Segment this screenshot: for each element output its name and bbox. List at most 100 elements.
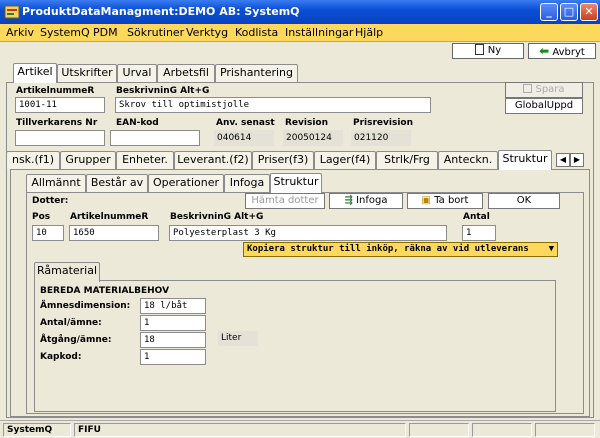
dotter-label: Dotter: — [32, 196, 69, 206]
status-panel-1 — [409, 423, 469, 437]
dropdown-arrow-icon: ▼ — [548, 244, 554, 254]
cut-code-field[interactable]: 1 — [140, 349, 206, 365]
tab-operationer[interactable]: Operationer — [148, 174, 224, 192]
new-button-label: Ny — [487, 45, 502, 56]
chevron-right-icon: ▶ — [573, 155, 581, 164]
tab-strlk-frg[interactable]: Strlk/Frg — [376, 151, 438, 169]
last-used-value: 040614 — [214, 130, 274, 146]
trash-icon: ▣ — [421, 195, 431, 206]
status-panel-3 — [535, 423, 595, 437]
tab-inner-struktur[interactable]: Struktur — [270, 173, 322, 193]
title-bar: ProduktDataManagment:DEMO AB: SystemQ _ … — [0, 0, 600, 24]
tab-urval[interactable]: Urval — [117, 64, 157, 82]
structure-description-label: BeskrivninG Alt+G — [170, 212, 264, 222]
manufacturer-no-label: Tillverkarens Nr — [16, 118, 98, 128]
menu-sokrutiner[interactable]: Sökrutiner — [127, 26, 184, 39]
tab-utskrifter[interactable]: Utskrifter — [57, 64, 117, 82]
minimize-button[interactable]: _ — [540, 3, 558, 21]
tab-ramaterial[interactable]: Råmaterial — [34, 262, 100, 282]
quit-button[interactable]: ⬅ Avbryt — [528, 43, 596, 59]
back-arrow-icon: ⬅ — [539, 44, 550, 58]
status-panel-2 — [472, 423, 532, 437]
tab-anteckn[interactable]: Anteckn. — [438, 151, 498, 169]
description-field[interactable]: Skrov till optimistjolle — [115, 97, 431, 113]
menu-installningar[interactable]: Inställningar — [285, 26, 353, 39]
app-icon — [4, 5, 20, 19]
structure-article-number-field[interactable]: 1650 — [69, 225, 159, 241]
new-button[interactable]: Ny — [452, 43, 524, 59]
ean-field[interactable] — [110, 130, 200, 146]
save-button-label: Spara — [535, 84, 565, 95]
insert-button[interactable]: ⇶ Infoga — [329, 193, 403, 209]
menu-bar: Arkiv SystemQ PDM Sökrutiner Verktyg Kod… — [0, 24, 600, 42]
menu-hjalp[interactable]: Hjälp — [355, 26, 383, 39]
window-title: ProduktDataManagment:DEMO AB: SystemQ — [22, 5, 300, 18]
insert-button-label: Infoga — [356, 195, 388, 206]
dimension-field[interactable]: 18 l/båt — [140, 298, 206, 314]
tab-bestar-av[interactable]: Består av — [86, 174, 148, 192]
new-document-icon — [474, 44, 484, 55]
structure-description-field[interactable]: Polyesterplast 3 Kg — [169, 225, 447, 241]
chevron-left-icon: ◀ — [559, 155, 567, 164]
unit-value: Liter — [218, 331, 258, 346]
delete-button-label: Ta bort — [434, 195, 469, 206]
tab-allmannt[interactable]: Allmännt — [26, 174, 86, 192]
global-update-button[interactable]: GlobalUppd — [505, 98, 583, 114]
close-button[interactable]: ✕ — [580, 3, 598, 21]
status-app: SystemQ — [3, 423, 71, 437]
menu-pdm[interactable]: PDM — [93, 26, 118, 39]
quit-button-label: Avbryt — [552, 47, 585, 58]
menu-verktyg[interactable]: Verktyg — [186, 26, 228, 39]
price-revision-value: 021120 — [351, 130, 411, 146]
material-section-title: BEREDA MATERIALBEHOV — [40, 286, 170, 296]
revision-value: 20050124 — [283, 130, 343, 146]
pos-label: Pos — [32, 212, 51, 222]
tab-nsk[interactable]: nsk.(f1) — [6, 151, 60, 169]
manufacturer-no-field[interactable] — [15, 130, 105, 146]
article-number-label: ArtikelnummeR — [16, 86, 95, 96]
menu-kodlista[interactable]: Kodlista — [235, 26, 278, 39]
tab-grupper[interactable]: Grupper — [60, 151, 116, 169]
copy-structure-select[interactable]: Kopiera struktur till inköp, räkna av vi… — [243, 242, 558, 257]
description-label: BeskrivninG Alt+G — [116, 86, 210, 96]
consumption-field[interactable]: 18 — [140, 332, 206, 348]
maximize-button[interactable]: □ — [560, 3, 578, 21]
last-used-label: Anv. senast — [216, 118, 275, 128]
tab-struktur[interactable]: Struktur — [498, 150, 552, 170]
ok-button[interactable]: OK — [488, 193, 560, 209]
tab-leverant[interactable]: Leverant.(f2) — [174, 151, 252, 169]
tab-scroll-right-button[interactable]: ▶ — [570, 153, 584, 167]
save-button[interactable]: Spara — [505, 82, 583, 98]
ean-label: EAN-kod — [116, 118, 159, 128]
quantity-label: Antal — [463, 212, 490, 222]
tab-scroll-left-button[interactable]: ◀ — [556, 153, 570, 167]
structure-article-number-label: ArtikelnummeR — [70, 212, 149, 222]
article-number-field[interactable]: 1001-11 — [15, 97, 105, 113]
fetch-daughter-button[interactable]: Hämta dotter — [245, 193, 325, 209]
tab-priser[interactable]: Priser(f3) — [252, 151, 314, 169]
revision-label: Revision — [285, 118, 329, 128]
tab-lager[interactable]: Lager(f4) — [314, 151, 376, 169]
quantity-field[interactable]: 1 — [462, 225, 496, 241]
menu-systemq[interactable]: SystemQ — [40, 26, 90, 39]
tab-infoga[interactable]: Infoga — [224, 174, 270, 192]
status-user: FIFU — [74, 423, 406, 437]
tab-prishantering[interactable]: Prishantering — [215, 64, 298, 82]
count-field[interactable]: 1 — [140, 315, 206, 331]
toolbar: Ny ⬅ Avbryt — [0, 42, 600, 62]
copy-structure-value: Kopiera struktur till inköp, räkna av vi… — [247, 244, 529, 254]
insert-icon: ⇶ — [344, 195, 353, 206]
cut-code-label: Kapkod: — [40, 352, 82, 362]
count-label: Antal/ämne: — [40, 318, 102, 328]
tab-artikel[interactable]: Artikel — [13, 63, 57, 83]
tab-enheter[interactable]: Enheter. — [116, 151, 174, 169]
save-icon — [523, 84, 533, 93]
tab-arbetsfil[interactable]: Arbetsfil — [157, 64, 215, 82]
status-bar: SystemQ FIFU — [0, 420, 600, 438]
dimension-label: Ämnesdimension: — [40, 301, 131, 311]
delete-button[interactable]: ▣ Ta bort — [407, 193, 483, 209]
price-revision-label: Prisrevision — [353, 118, 414, 128]
consumption-label: Åtgång/ämne: — [40, 335, 112, 345]
menu-arkiv[interactable]: Arkiv — [6, 26, 34, 39]
pos-field[interactable]: 10 — [32, 225, 64, 241]
